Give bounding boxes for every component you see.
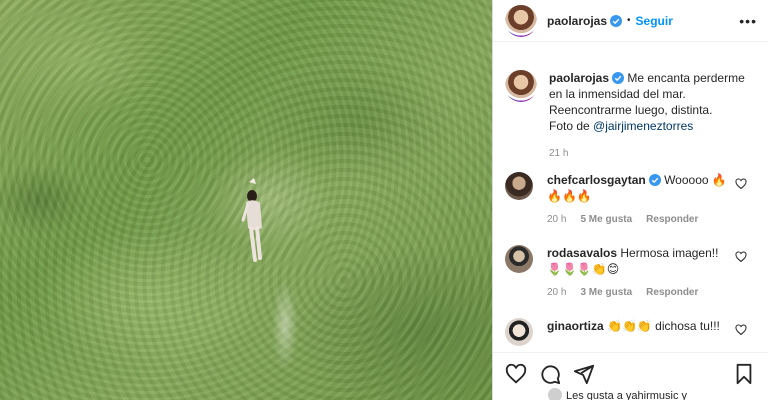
water-reflection xyxy=(272,280,298,370)
comment-item: chefcarlosgaytan Wooooo 🔥 🔥🔥🔥 20 h 5 Me … xyxy=(505,172,761,228)
comment-bubble-icon[interactable] xyxy=(539,363,561,385)
comment-text: Wooooo 🔥 xyxy=(664,173,727,187)
verified-badge-icon xyxy=(612,72,625,84)
share-paper-plane-icon[interactable] xyxy=(573,363,595,385)
owner-username[interactable]: paolarojas xyxy=(547,14,607,28)
save-bookmark-icon[interactable] xyxy=(733,363,755,385)
reply-button[interactable]: Responder xyxy=(646,285,698,301)
comment-text: Hermosa imagen!! xyxy=(620,246,719,260)
verified-badge-icon xyxy=(610,14,623,27)
like-heart-icon[interactable] xyxy=(505,363,527,385)
comment-likes-count[interactable]: 3 Me gusta xyxy=(580,285,632,301)
commenter-avatar[interactable] xyxy=(505,172,533,200)
comment-item: rodasavalos Hermosa imagen!! 🌷🌷🌷👏😊 20 h … xyxy=(505,245,761,301)
caption-timestamp[interactable]: 21 h xyxy=(549,146,568,162)
separator-dot: • xyxy=(627,15,631,26)
caption-line-4: Foto de xyxy=(549,119,594,133)
commenter-avatar[interactable] xyxy=(505,318,533,346)
reply-button[interactable]: Responder xyxy=(646,212,698,228)
heart-icon[interactable] xyxy=(735,251,747,263)
caption-line-2: en la inmensidad del mar. xyxy=(549,87,686,101)
swimmer-figure xyxy=(241,178,262,262)
comment-username[interactable]: ginaortiza xyxy=(547,319,604,333)
comment-likes-count[interactable]: 5 Me gusta xyxy=(580,212,632,228)
caption-mention-link[interactable]: @jairjimeneztorres xyxy=(593,119,693,133)
heart-icon[interactable] xyxy=(735,178,747,190)
comment-timestamp[interactable]: 20 h xyxy=(547,285,566,301)
comment-body: ginaortiza 👏👏👏 dichosa tu!!! xyxy=(547,318,727,346)
caption-text: paolarojas Me encanta perderme en la inm… xyxy=(549,70,745,162)
post-photo[interactable] xyxy=(0,0,492,400)
comment-body: chefcarlosgaytan Wooooo 🔥 🔥🔥🔥 20 h 5 Me … xyxy=(547,172,727,228)
likes-summary[interactable]: Les gusta a yahirmusic y xyxy=(548,388,687,400)
caption-line-3: Reencontrarme luego, distinta. xyxy=(549,103,713,117)
caption-line-1: Me encanta perderme xyxy=(627,71,745,85)
heart-icon[interactable] xyxy=(735,324,747,336)
comment-body: rodasavalos Hermosa imagen!! 🌷🌷🌷👏😊 20 h … xyxy=(547,245,727,301)
likes-text: Les gusta a yahirmusic y xyxy=(566,390,688,400)
comment-username[interactable]: rodasavalos xyxy=(547,246,617,260)
commenter-avatar[interactable] xyxy=(505,245,533,273)
comment-timestamp[interactable]: 20 h xyxy=(547,212,566,228)
comment-text-2: 🌷🌷🌷👏😊 xyxy=(547,262,620,276)
follow-button[interactable]: Seguir xyxy=(636,14,673,28)
post-side-panel: paolarojas • Seguir ••• paolarojas Me en… xyxy=(492,0,768,400)
caption-username[interactable]: paolarojas xyxy=(549,71,609,85)
comment-item: ginaortiza 👏👏👏 dichosa tu!!! xyxy=(505,318,761,346)
owner-avatar[interactable] xyxy=(505,4,537,37)
comment-text-2: 🔥🔥🔥 xyxy=(547,189,592,203)
caption-avatar[interactable] xyxy=(505,70,537,102)
verified-badge-icon xyxy=(648,174,661,186)
instagram-post: paolarojas • Seguir ••• paolarojas Me en… xyxy=(0,0,768,400)
post-caption: paolarojas Me encanta perderme en la inm… xyxy=(505,70,755,162)
comment-username[interactable]: chefcarlosgaytan xyxy=(547,173,646,187)
post-header: paolarojas • Seguir ••• xyxy=(493,0,768,42)
more-options-icon[interactable]: ••• xyxy=(739,13,757,29)
comment-text: 👏👏👏 dichosa tu!!! xyxy=(607,319,720,333)
liker-avatar[interactable] xyxy=(548,388,562,400)
